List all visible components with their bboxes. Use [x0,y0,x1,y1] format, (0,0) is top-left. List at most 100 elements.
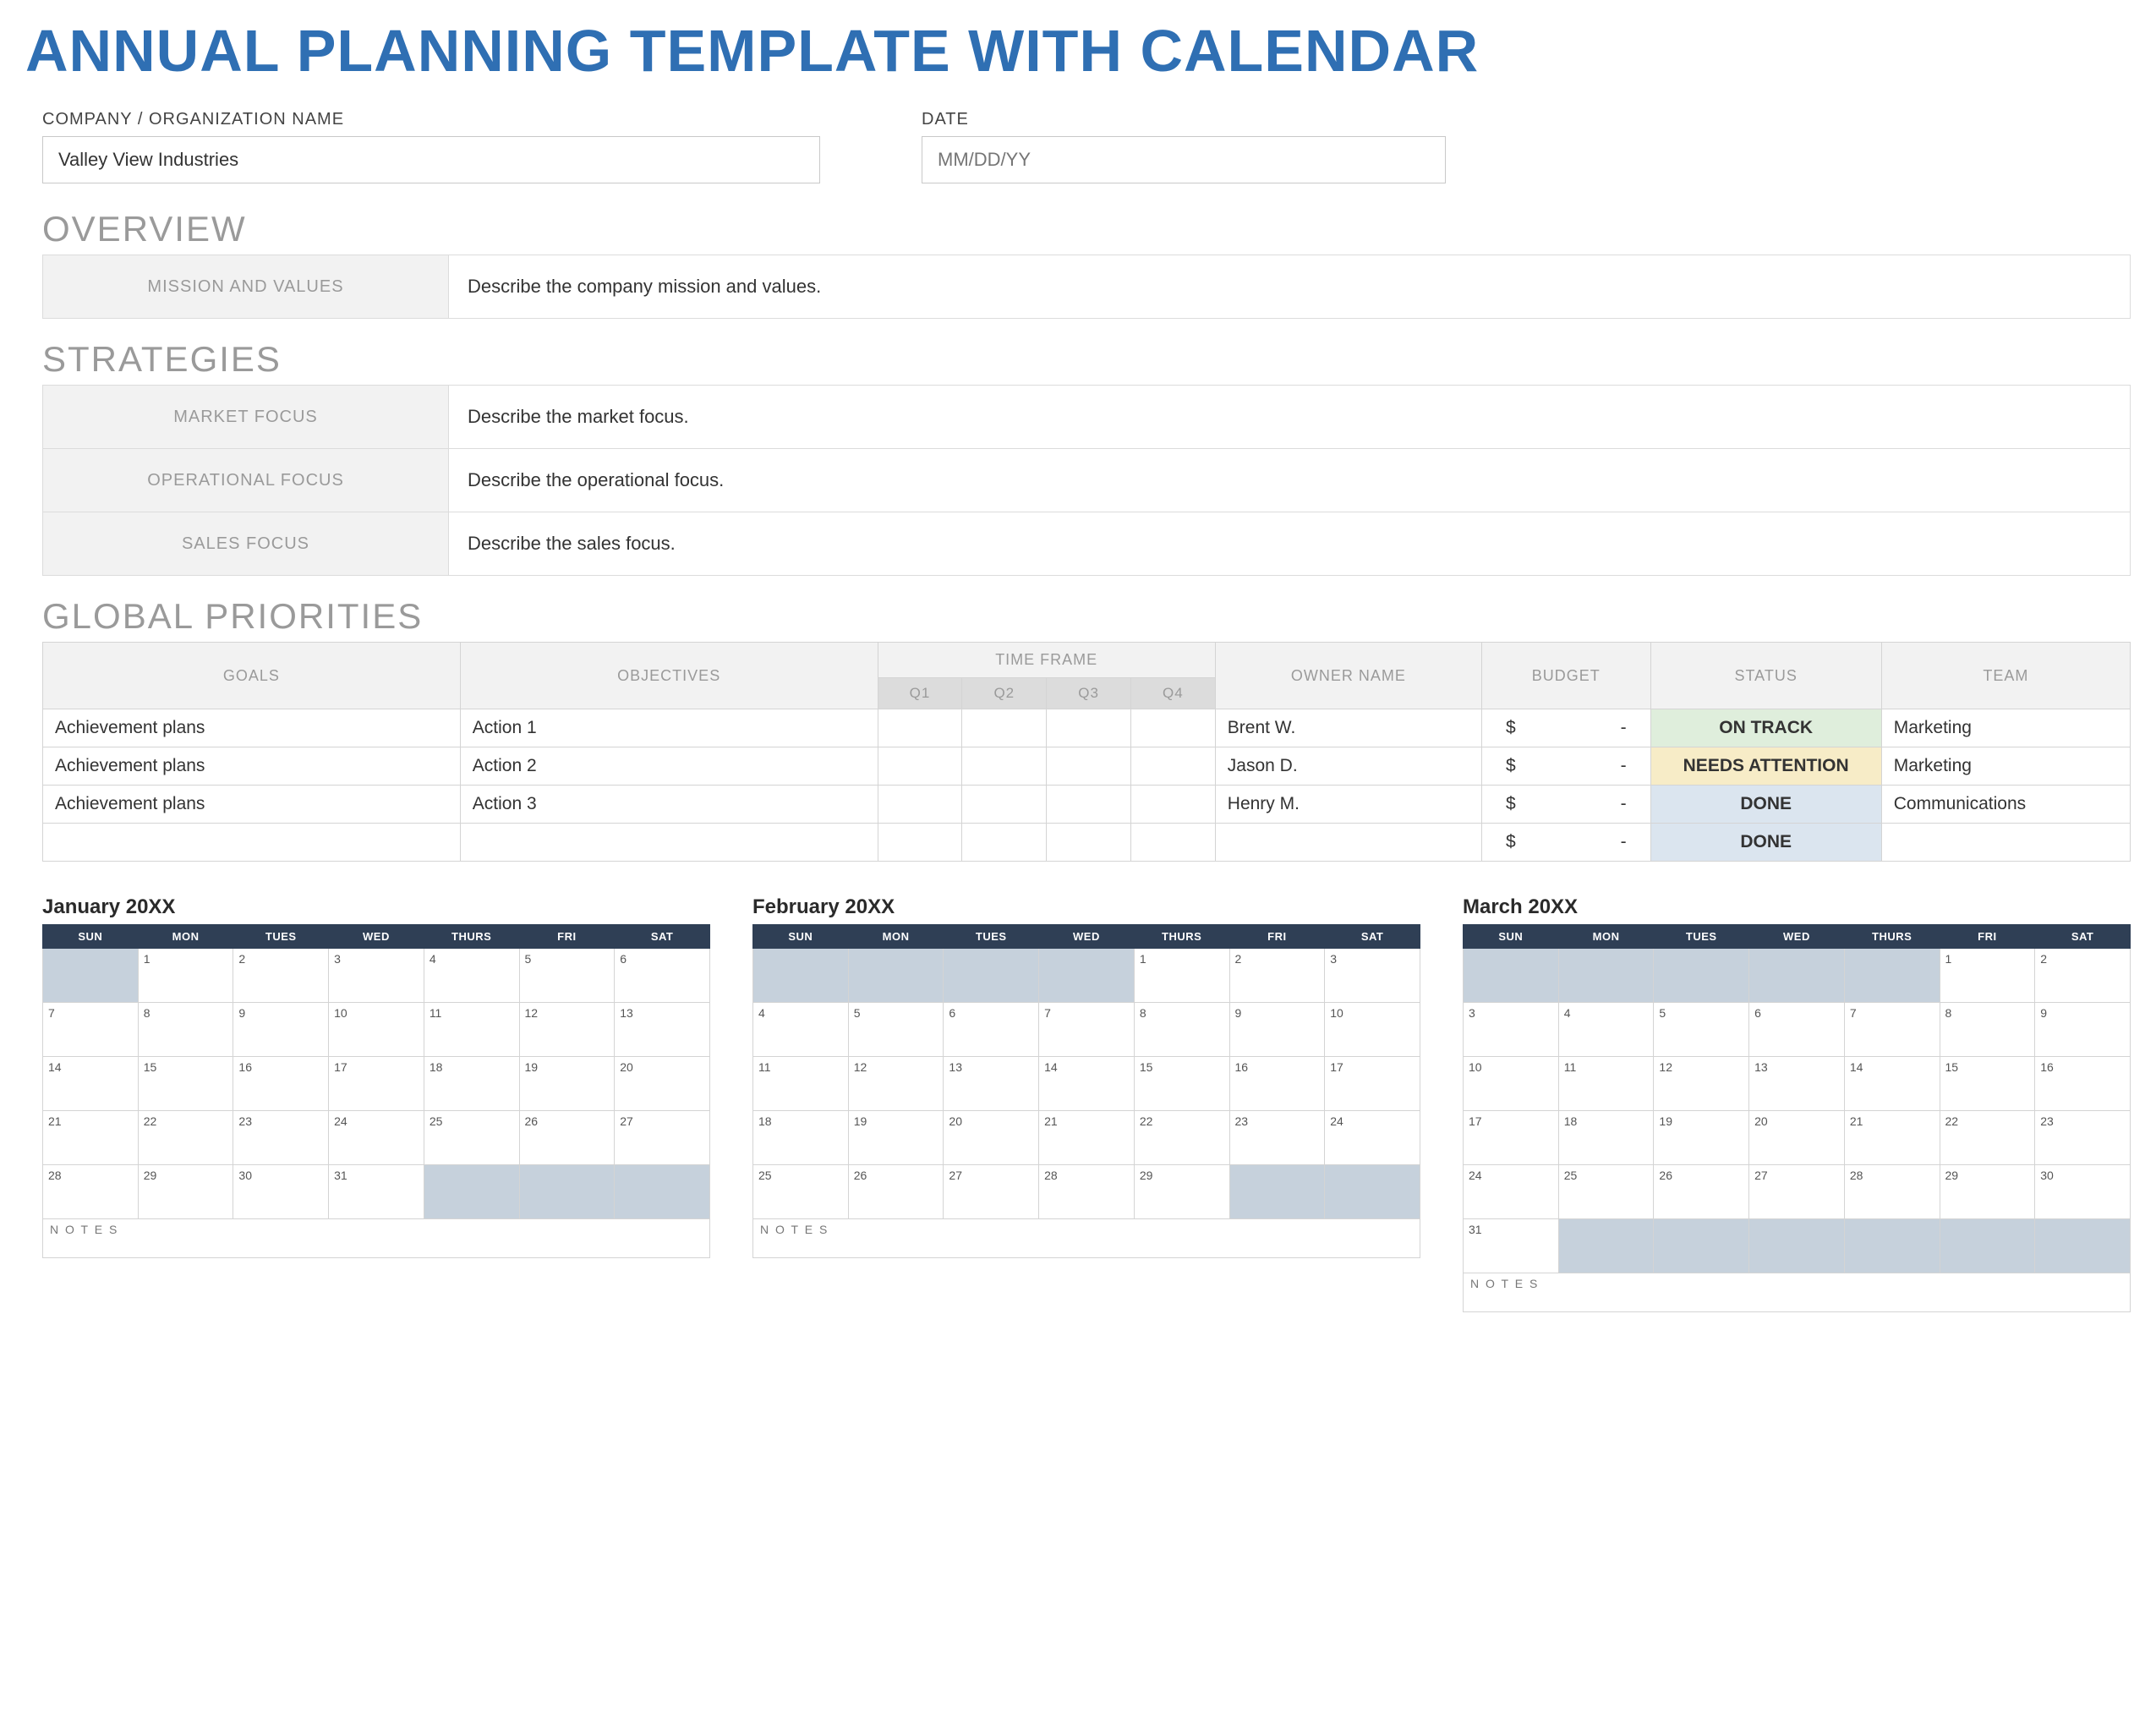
calendar-cell[interactable]: 8 [1940,1003,2035,1057]
calendar-cell[interactable]: 7 [1039,1003,1135,1057]
calendar-cell[interactable]: 17 [329,1057,424,1111]
calendar-cell[interactable]: 13 [944,1057,1039,1111]
calendar-cell[interactable]: 23 [2035,1111,2131,1165]
calendar-cell[interactable]: 8 [1134,1003,1229,1057]
calendar-cell[interactable]: 14 [1844,1057,1940,1111]
calendar-cell[interactable]: 31 [1464,1219,1559,1273]
cell-status[interactable]: ON TRACK [1650,709,1881,747]
calendar-cell[interactable]: 30 [2035,1165,2131,1219]
calendar-cell[interactable]: 26 [1654,1165,1749,1219]
strategy-row-text[interactable]: Describe the market focus. [449,386,2131,449]
cell-goal[interactable] [43,824,461,862]
calendar-cell[interactable]: 24 [1325,1111,1420,1165]
calendar-cell[interactable]: 6 [1749,1003,1845,1057]
calendar-cell[interactable]: 26 [519,1111,615,1165]
calendar-cell[interactable]: 25 [753,1165,849,1219]
calendar-cell[interactable]: 21 [1844,1111,1940,1165]
calendar-cell[interactable]: 17 [1325,1057,1420,1111]
calendar-cell[interactable]: 23 [233,1111,329,1165]
cell-q1[interactable] [878,747,962,786]
calendar-cell[interactable]: 9 [1229,1003,1325,1057]
cell-q1[interactable] [878,709,962,747]
calendar-cell[interactable]: 27 [615,1111,710,1165]
calendar-cell[interactable]: 11 [424,1003,519,1057]
cell-team[interactable]: Marketing [1881,709,2130,747]
calendar-cell[interactable]: 29 [1134,1165,1229,1219]
calendar-cell[interactable]: 30 [233,1165,329,1219]
calendar-cell[interactable]: 24 [1464,1165,1559,1219]
calendar-cell[interactable]: 1 [138,949,233,1003]
cell-owner[interactable]: Brent W. [1215,709,1481,747]
calendar-cell[interactable]: 31 [329,1165,424,1219]
calendar-cell[interactable]: 25 [1558,1165,1654,1219]
calendar-cell[interactable]: 19 [1654,1111,1749,1165]
calendar-cell[interactable]: 3 [1464,1003,1559,1057]
cell-status[interactable]: NEEDS ATTENTION [1650,747,1881,786]
calendar-cell[interactable]: 29 [138,1165,233,1219]
calendar-cell[interactable]: 17 [1464,1111,1559,1165]
cell-owner[interactable]: Jason D. [1215,747,1481,786]
cell-q4[interactable] [1130,747,1215,786]
calendar-cell[interactable]: 23 [1229,1111,1325,1165]
calendar-cell[interactable]: 27 [1749,1165,1845,1219]
calendar-cell[interactable]: 7 [43,1003,139,1057]
calendar-notes[interactable]: N O T E S [1464,1273,2131,1312]
calendar-cell[interactable]: 14 [1039,1057,1135,1111]
calendar-cell[interactable]: 20 [615,1057,710,1111]
calendar-cell[interactable]: 4 [424,949,519,1003]
calendar-cell[interactable]: 19 [519,1057,615,1111]
calendar-cell[interactable]: 22 [1940,1111,2035,1165]
calendar-cell[interactable]: 5 [1654,1003,1749,1057]
calendar-notes[interactable]: N O T E S [753,1219,1420,1258]
cell-team[interactable]: Communications [1881,786,2130,824]
calendar-cell[interactable]: 6 [944,1003,1039,1057]
cell-budget[interactable]: $- [1481,786,1650,824]
calendar-cell[interactable]: 2 [1229,949,1325,1003]
calendar-cell[interactable]: 29 [1940,1165,2035,1219]
cell-q2[interactable] [962,786,1047,824]
cell-goal[interactable]: Achievement plans [43,786,461,824]
calendar-cell[interactable]: 15 [1134,1057,1229,1111]
calendar-cell[interactable]: 12 [1654,1057,1749,1111]
cell-q3[interactable] [1047,786,1131,824]
calendar-cell[interactable]: 1 [1134,949,1229,1003]
calendar-notes[interactable]: N O T E S [43,1219,710,1258]
cell-q2[interactable] [962,824,1047,862]
cell-owner[interactable] [1215,824,1481,862]
cell-q3[interactable] [1047,709,1131,747]
calendar-cell[interactable]: 3 [1325,949,1420,1003]
date-input[interactable] [922,136,1446,183]
calendar-cell[interactable]: 21 [1039,1111,1135,1165]
cell-objective[interactable]: Action 2 [460,747,878,786]
calendar-cell[interactable]: 5 [519,949,615,1003]
calendar-cell[interactable]: 21 [43,1111,139,1165]
calendar-cell[interactable]: 4 [753,1003,849,1057]
cell-team[interactable] [1881,824,2130,862]
calendar-cell[interactable]: 8 [138,1003,233,1057]
calendar-cell[interactable]: 18 [1558,1111,1654,1165]
calendar-cell[interactable]: 3 [329,949,424,1003]
cell-q1[interactable] [878,824,962,862]
cell-q4[interactable] [1130,786,1215,824]
calendar-cell[interactable]: 4 [1558,1003,1654,1057]
calendar-cell[interactable]: 10 [329,1003,424,1057]
cell-q2[interactable] [962,747,1047,786]
calendar-cell[interactable]: 16 [233,1057,329,1111]
calendar-cell[interactable]: 11 [1558,1057,1654,1111]
calendar-cell[interactable]: 20 [1749,1111,1845,1165]
calendar-cell[interactable]: 22 [1134,1111,1229,1165]
strategy-row-text[interactable]: Describe the operational focus. [449,449,2131,512]
calendar-cell[interactable]: 2 [2035,949,2131,1003]
calendar-cell[interactable]: 18 [753,1111,849,1165]
calendar-cell[interactable]: 28 [1844,1165,1940,1219]
calendar-cell[interactable]: 24 [329,1111,424,1165]
calendar-cell[interactable]: 5 [848,1003,944,1057]
company-input[interactable] [42,136,820,183]
calendar-cell[interactable]: 10 [1464,1057,1559,1111]
cell-objective[interactable]: Action 3 [460,786,878,824]
cell-q2[interactable] [962,709,1047,747]
cell-status[interactable]: DONE [1650,824,1881,862]
calendar-cell[interactable]: 18 [424,1057,519,1111]
calendar-cell[interactable]: 15 [1940,1057,2035,1111]
calendar-cell[interactable]: 1 [1940,949,2035,1003]
